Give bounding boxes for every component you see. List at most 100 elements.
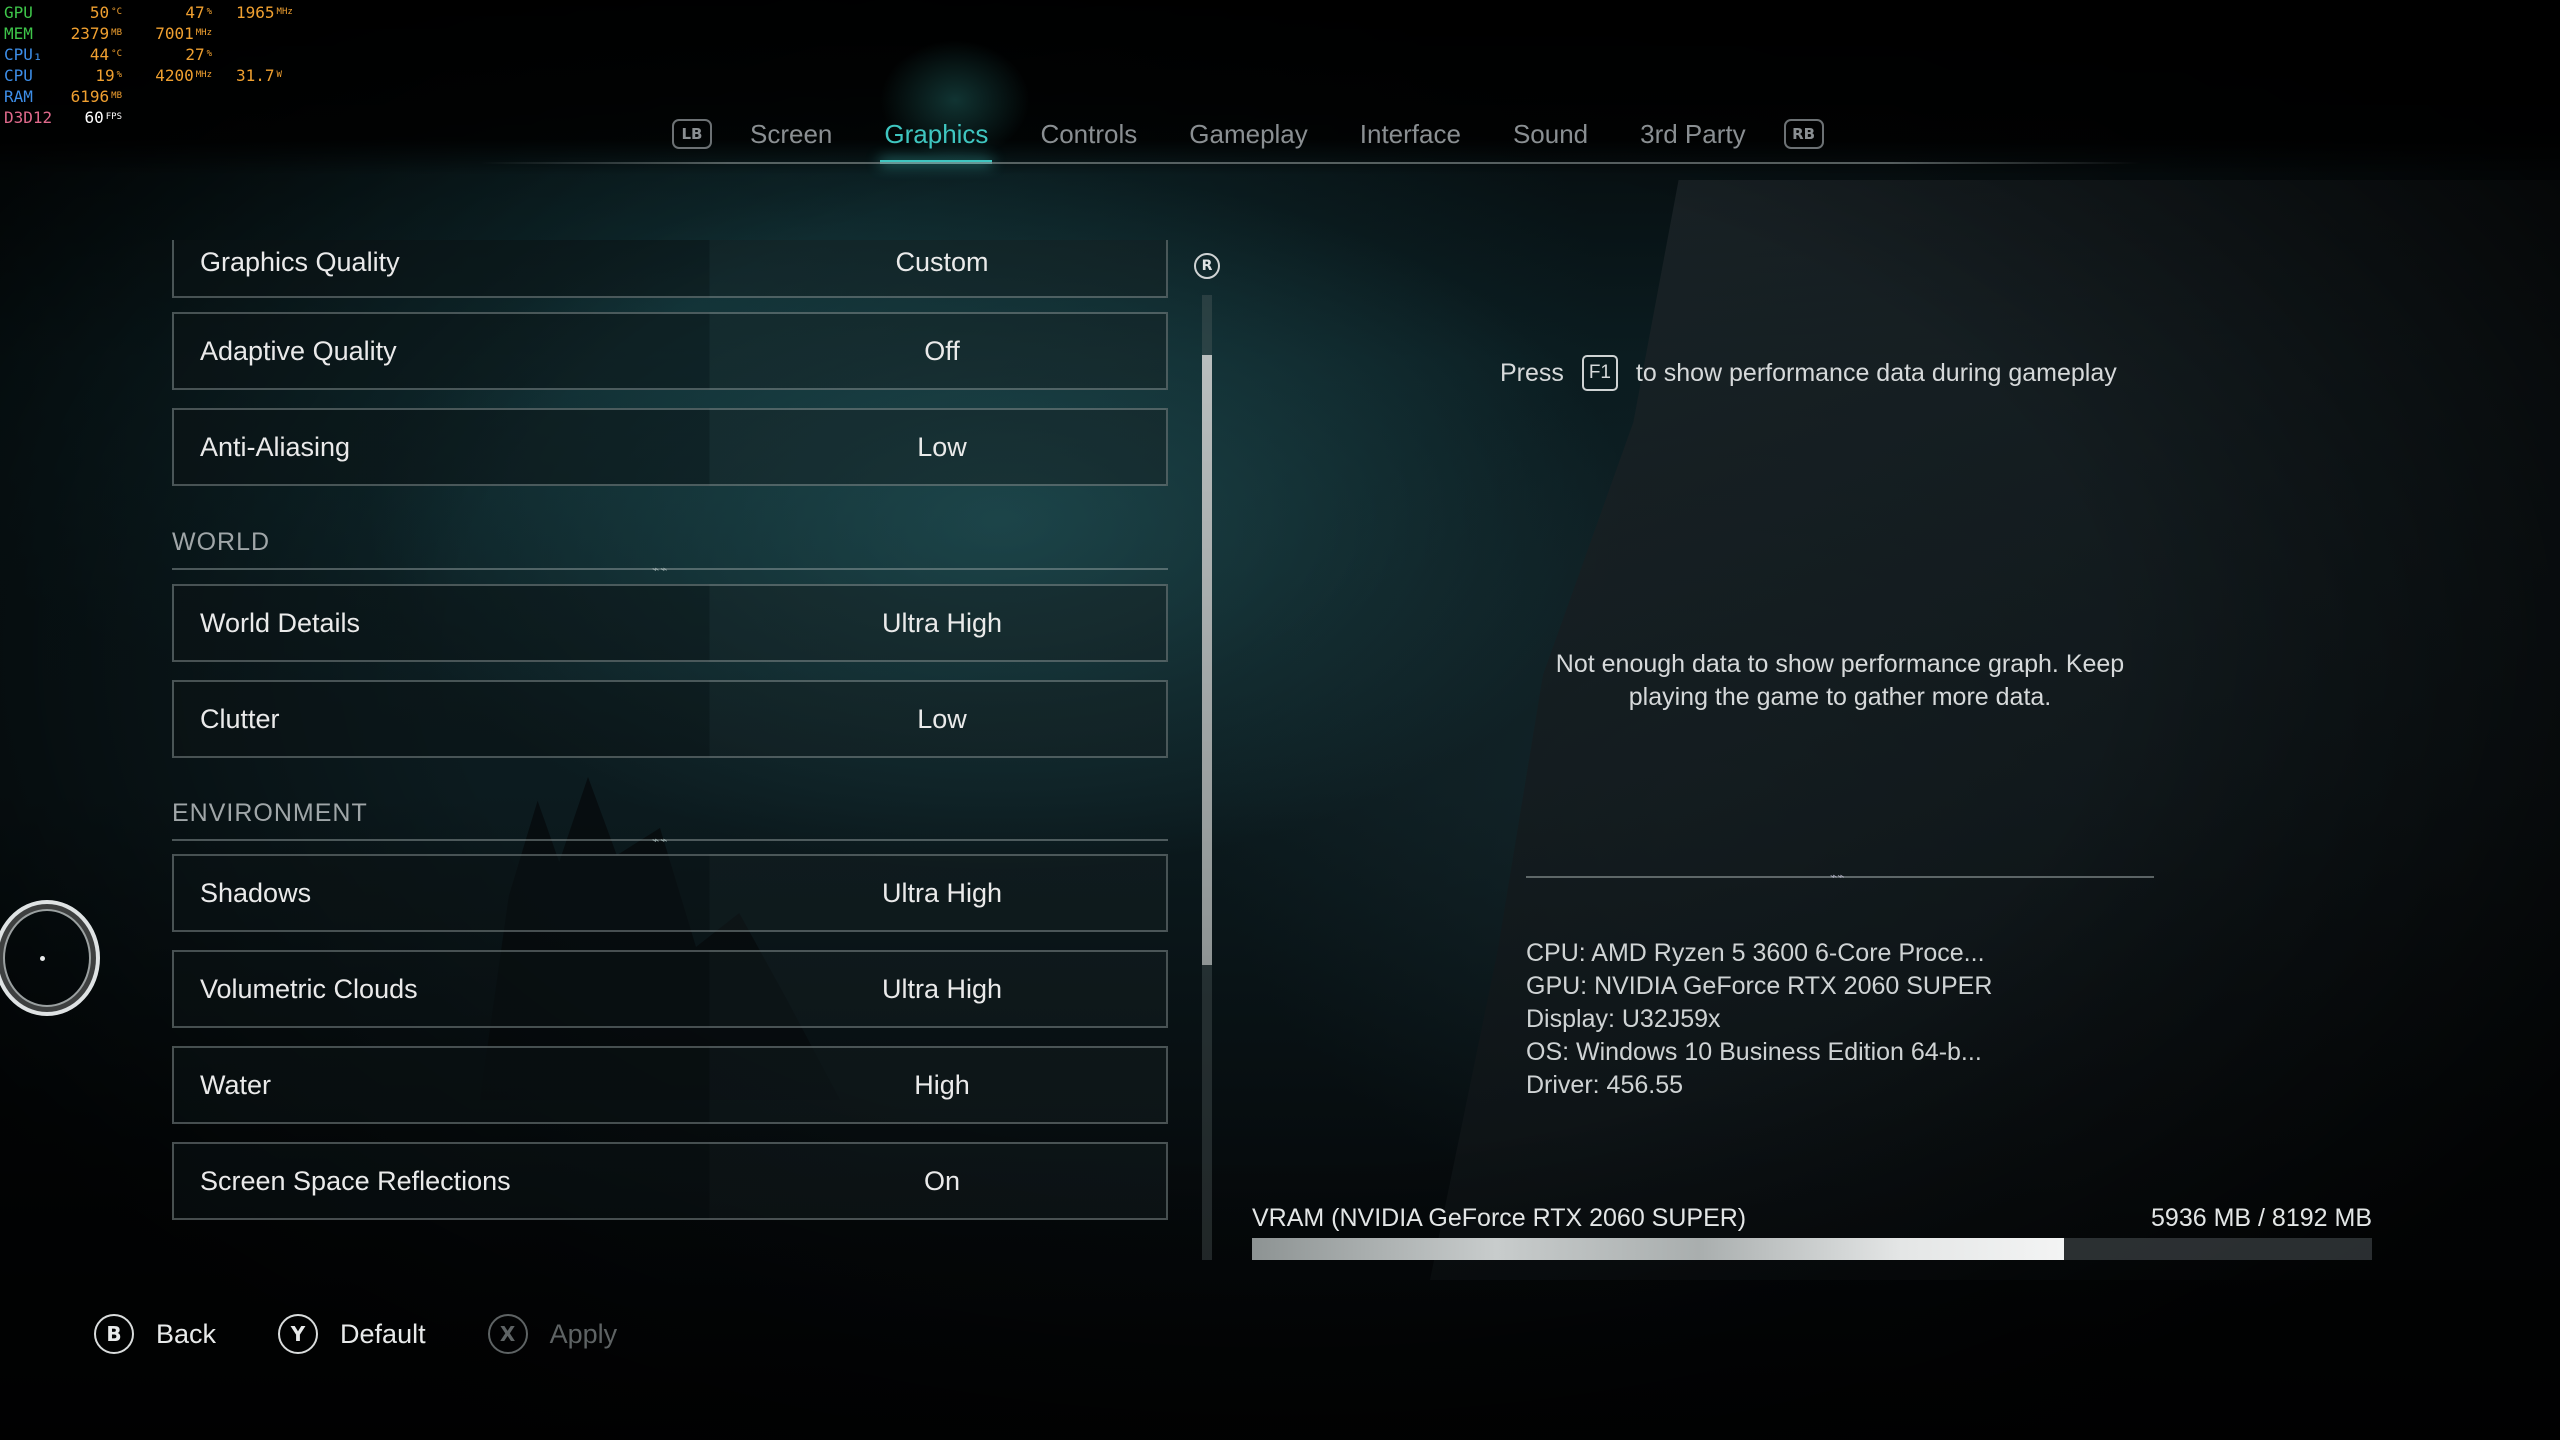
apply-button[interactable]: X Apply (487, 1314, 618, 1354)
tab-sound[interactable]: Sound (1513, 119, 1588, 150)
setting-label: Water (200, 1069, 272, 1100)
hud-label-text: CPU₁ (4, 45, 43, 64)
setting-label: Shadows (200, 877, 312, 908)
hud-value: 44 °C (42, 44, 122, 65)
setting-label: World Details (200, 607, 361, 638)
vram-usage-fill (1252, 1238, 2064, 1260)
hud-value: 27% (132, 44, 212, 65)
system-info-driver: Driver: 456.55 (1526, 1071, 1684, 1099)
lb-bumper-icon[interactable]: LB (672, 119, 712, 149)
setting-value: Ultra High (881, 607, 1003, 638)
system-info-os: OS: Windows 10 Business Edition 64-b... (1526, 1038, 1982, 1066)
divider-ornament-icon: ⌁⌁ (652, 833, 669, 847)
hud-label-text: RAM (4, 87, 33, 106)
setting-world-details[interactable]: World Details Ultra High (172, 584, 1168, 662)
hud-unit: °C (111, 7, 122, 17)
section-divider (172, 839, 1168, 841)
hud-row: GPU 50 °C 47% 1965 MHz (4, 2, 324, 23)
performance-graph-message: Not enough data to show performance grap… (1555, 650, 2125, 711)
hud-value-text: 2379 (70, 24, 110, 43)
setting-label: Adaptive Quality (200, 335, 397, 366)
hud-unit: MHz (195, 70, 212, 80)
footer-actions: B Back Y Default X Apply (94, 1312, 679, 1356)
performance-hud: GPU 50 °C 47% 1965 MHz MEM 2379 MB 7001 MHz CPU₁ 44 °… (4, 2, 324, 128)
hud-unit: % (206, 7, 212, 17)
setting-value: On (923, 1165, 961, 1196)
setting-anti-aliasing[interactable]: Anti-Aliasing Low (172, 408, 1168, 486)
settings-list: Graphics Quality Custom Adaptive Quality… (170, 240, 1170, 1240)
section-title: WORLD (172, 528, 271, 556)
hud-label-text: GPU (4, 3, 33, 22)
hud-value: 60 FPS (42, 107, 122, 128)
setting-graphics-quality[interactable]: Graphics Quality Custom (172, 240, 1168, 298)
f1-key-icon: F1 (1581, 355, 1618, 391)
default-button[interactable]: Y Default (278, 1314, 426, 1354)
r-button-icon: R (1194, 253, 1220, 279)
hud-value: 7001 MHz (132, 23, 212, 44)
hud-unit: MHz (276, 7, 293, 17)
tab-graphics[interactable]: Graphics (880, 119, 993, 164)
setting-screen-space-reflections[interactable]: Screen Space Reflections On (172, 1142, 1168, 1220)
hud-row: CPU₁ 44 °C 27% (4, 44, 324, 65)
tab-3rd-party[interactable]: 3rd Party (1640, 119, 1746, 150)
hud-value-text: 50 (89, 3, 110, 22)
hud-value-text: 31.7 (236, 66, 275, 85)
setting-water[interactable]: Water High (172, 1046, 1168, 1124)
hud-row: CPU 19% 4200 MHz 31.7 W (4, 65, 324, 86)
hud-row: D3D12 60 FPS (4, 107, 324, 128)
tab-interface[interactable]: Interface (1360, 119, 1461, 150)
hud-value: 1965 MHz (236, 2, 293, 23)
vram-usage-bar (1252, 1238, 2372, 1260)
setting-adaptive-quality[interactable]: Adaptive Quality Off (172, 312, 1168, 390)
system-info-gpu: GPU: NVIDIA GeForce RTX 2060 SUPER (1526, 972, 1993, 1000)
tab-divider (480, 162, 2140, 164)
setting-value: Ultra High (881, 973, 1003, 1004)
hud-label: RAM (4, 86, 33, 107)
setting-value: Low (917, 431, 967, 462)
rb-bumper-icon[interactable]: RB (1783, 119, 1824, 149)
hud-value: 2379 MB (42, 23, 122, 44)
hud-unit: FPS (105, 112, 122, 122)
section-header-environment: ENVIRONMENT ⌁⌁ (172, 799, 1168, 847)
default-label: Default (340, 1318, 426, 1349)
back-label: Back (156, 1318, 217, 1349)
performance-hint: Press F1 to show performance data during… (1500, 355, 2200, 391)
hud-value: 47% (132, 2, 212, 23)
system-info-cpu: CPU: AMD Ryzen 5 3600 6-Core Proce... (1526, 939, 1985, 967)
hud-unit: % (206, 49, 212, 59)
tab-screen[interactable]: Screen (750, 119, 832, 150)
section-divider (172, 568, 1168, 570)
setting-volumetric-clouds[interactable]: Volumetric Clouds Ultra High (172, 950, 1168, 1028)
tab-controls[interactable]: Controls (1040, 119, 1137, 150)
setting-value: Off (924, 335, 960, 366)
hud-value-text: 1965 (236, 3, 275, 22)
setting-value: Custom (895, 247, 989, 277)
back-button[interactable]: B Back (94, 1314, 216, 1354)
hud-value-text: 19 (95, 66, 115, 85)
apply-label: Apply (549, 1318, 618, 1349)
cursor-dot-icon (40, 956, 45, 961)
settings-tabs: LB Screen Graphics Controls Gameplay Int… (660, 104, 1836, 164)
hud-label-text: MEM (4, 24, 33, 43)
hint-prefix: Press (1500, 358, 1564, 387)
system-info: CPU: AMD Ryzen 5 3600 6-Core Proce... GP… (1526, 937, 2176, 1102)
hud-value-text: 47 (185, 3, 205, 22)
hud-value: 19% (42, 65, 122, 86)
hud-unit: °C (111, 49, 122, 59)
y-button-icon: Y (278, 1314, 319, 1354)
scrollbar-thumb[interactable] (1202, 355, 1212, 965)
tab-gameplay[interactable]: Gameplay (1189, 119, 1308, 150)
hud-value-text: 4200 (155, 66, 194, 85)
setting-label: Clutter (200, 703, 280, 734)
hud-value-text: 7001 (155, 24, 194, 43)
hud-label-text: CPU (4, 66, 33, 85)
hud-unit: W (276, 70, 282, 80)
system-info-display: Display: U32J59x (1526, 1005, 1721, 1033)
hud-unit: MB (111, 28, 122, 38)
divider-ornament-icon: ⌁⌁ (652, 562, 669, 576)
setting-clutter[interactable]: Clutter Low (172, 680, 1168, 758)
setting-shadows[interactable]: Shadows Ultra High (172, 854, 1168, 932)
hud-value-text: 60 (84, 108, 104, 127)
vram-label: VRAM (NVIDIA GeForce RTX 2060 SUPER) (1252, 1204, 1747, 1232)
hud-label: CPU (4, 65, 33, 86)
